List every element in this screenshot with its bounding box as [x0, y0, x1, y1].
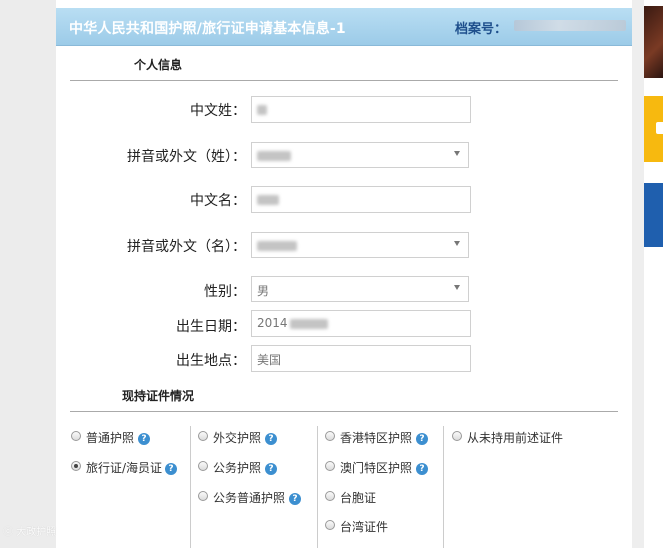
cn-given-name-label: 中文名： — [190, 193, 246, 209]
side-ad-thumbnail[interactable] — [644, 96, 663, 162]
chevron-down-icon — [454, 151, 460, 156]
column-divider — [190, 426, 191, 548]
cn-given-name-input[interactable] — [251, 186, 471, 213]
option-label-mtp[interactable]: 台胞证 — [340, 489, 376, 506]
help-icon[interactable]: ? — [165, 463, 177, 475]
chevron-down-icon — [454, 241, 460, 246]
section-divider — [70, 80, 618, 81]
pinyin-given-name-select[interactable] — [251, 232, 469, 258]
form-header: 中华人民共和国护照/旅行证申请基本信息-1 档案号： — [56, 8, 632, 46]
option-label-macau-sar-passport[interactable]: 澳门特区护照 — [340, 459, 412, 476]
help-icon[interactable]: ? — [138, 433, 150, 445]
page-background-left — [0, 0, 56, 548]
pinyin-surname-label: 拼音或外文（姓）： — [127, 149, 246, 165]
option-label-taiwan-cert[interactable]: 台湾证件 — [340, 518, 388, 535]
pinyin-surname-select[interactable] — [251, 142, 469, 168]
option-label-travel-cert[interactable]: 旅行证/海员证 — [86, 459, 162, 476]
birth-date-value: 2014 — [257, 316, 288, 330]
radio-never-held[interactable] — [452, 431, 462, 441]
radio-official-ordinary-passport[interactable] — [198, 491, 208, 501]
side-ad-thumbnail[interactable] — [644, 183, 663, 247]
radio-hk-sar-passport[interactable] — [325, 431, 335, 441]
birth-place-label: 出生地点： — [176, 353, 246, 369]
cn-surname-label: 中文姓： — [190, 103, 246, 119]
radio-macau-sar-passport[interactable] — [325, 461, 335, 471]
radio-mtp[interactable] — [325, 491, 335, 501]
file-number-value — [514, 20, 626, 31]
help-icon[interactable]: ? — [289, 493, 301, 505]
form-title: 中华人民共和国护照/旅行证申请基本信息-1 — [69, 21, 346, 37]
gender-select[interactable]: 男 — [251, 276, 469, 302]
option-label-never-held[interactable]: 从未持用前述证件 — [467, 429, 563, 446]
option-label-diplomatic-passport[interactable]: 外交护照 — [213, 429, 261, 446]
pinyin-given-name-label: 拼音或外文（名）： — [127, 239, 246, 255]
radio-diplomatic-passport[interactable] — [198, 431, 208, 441]
birth-date-label: 出生日期： — [176, 319, 246, 335]
radio-service-passport[interactable] — [198, 461, 208, 471]
help-icon[interactable]: ? — [265, 463, 277, 475]
radio-ordinary-passport[interactable] — [71, 431, 81, 441]
application-form-panel: 中华人民共和国护照/旅行证申请基本信息-1 档案号： 个人信息 中文姓： 拼音或… — [56, 8, 632, 548]
help-icon[interactable]: ? — [416, 463, 428, 475]
gender-label: 性别： — [204, 284, 246, 300]
cn-surname-input[interactable] — [251, 96, 471, 123]
watermark-logo: ⓒ 大政护照 — [3, 527, 57, 538]
section-divider — [70, 411, 618, 412]
section-title-personal-info: 个人信息 — [134, 58, 183, 72]
radio-taiwan-cert[interactable] — [325, 520, 335, 530]
file-number-label: 档案号： — [455, 22, 508, 37]
side-ad-thumbnail[interactable] — [644, 6, 663, 78]
page-background-right — [632, 0, 644, 548]
chevron-down-icon — [454, 285, 460, 290]
option-label-official-ordinary-passport[interactable]: 公务普通护照 — [213, 489, 285, 506]
help-icon[interactable]: ? — [265, 433, 277, 445]
birth-place-value: 美国 — [257, 353, 282, 367]
option-label-service-passport[interactable]: 公务护照 — [213, 459, 261, 476]
column-divider — [443, 426, 444, 548]
gender-value: 男 — [257, 284, 270, 298]
help-icon[interactable]: ? — [416, 433, 428, 445]
radio-travel-cert[interactable] — [71, 461, 81, 471]
section-title-documents: 现持证件情况 — [122, 389, 195, 403]
birth-place-input[interactable]: 美国 — [251, 345, 471, 372]
option-label-hk-sar-passport[interactable]: 香港特区护照 — [340, 429, 412, 446]
column-divider — [317, 426, 318, 548]
birth-date-input[interactable]: 2014 — [251, 310, 471, 337]
option-label-ordinary-passport[interactable]: 普通护照 — [86, 429, 134, 446]
